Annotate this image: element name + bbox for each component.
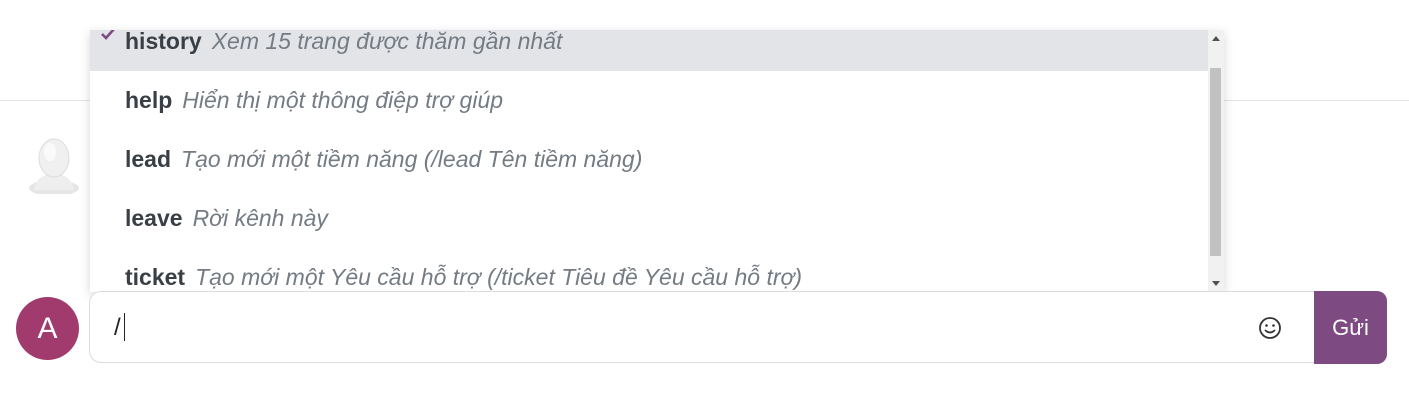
command-name: help bbox=[125, 87, 173, 113]
command-item-history[interactable]: history Xem 15 trang được thăm gần nhất bbox=[90, 30, 1208, 71]
default-user-silhouette-icon bbox=[29, 138, 79, 194]
dropdown-scrollbar[interactable] bbox=[1208, 30, 1224, 292]
send-button[interactable]: Gửi bbox=[1314, 291, 1387, 364]
text-caret bbox=[124, 313, 125, 341]
command-item-leave[interactable]: leave Rời kênh này bbox=[90, 189, 1208, 248]
command-item-ticket[interactable]: ticket Tạo mới một Yêu cầu hỗ trợ (/tick… bbox=[90, 248, 1208, 292]
check-icon bbox=[101, 30, 115, 40]
scrollbar-thumb[interactable] bbox=[1210, 68, 1221, 256]
user-avatar: A bbox=[16, 297, 79, 360]
command-name: history bbox=[125, 30, 202, 54]
smiley-face-icon[interactable] bbox=[1258, 316, 1282, 340]
command-name: leave bbox=[125, 205, 183, 231]
command-item-lead[interactable]: lead Tạo mới một tiềm năng (/lead Tên ti… bbox=[90, 130, 1208, 189]
command-description: Tạo mới một tiềm năng (/lead Tên tiềm nă… bbox=[181, 146, 643, 172]
command-name: ticket bbox=[125, 264, 186, 290]
message-input[interactable] bbox=[112, 310, 1236, 346]
command-description: Xem 15 trang được thăm gần nhất bbox=[211, 30, 563, 54]
command-description: Rời kênh này bbox=[192, 205, 328, 231]
message-composer bbox=[89, 291, 1314, 363]
command-description: Hiển thị một thông điệp trợ giúp bbox=[182, 87, 504, 113]
command-description: Tạo mới một Yêu cầu hỗ trợ (/ticket Tiêu… bbox=[195, 264, 803, 290]
command-name: lead bbox=[125, 146, 172, 172]
scroll-up-arrow-icon[interactable] bbox=[1212, 36, 1220, 41]
command-suggestion-dropdown: history Xem 15 trang được thăm gần nhất … bbox=[90, 30, 1224, 292]
command-item-help[interactable]: help Hiển thị một thông điệp trợ giúp bbox=[90, 71, 1208, 130]
scroll-down-arrow-icon[interactable] bbox=[1212, 281, 1220, 286]
